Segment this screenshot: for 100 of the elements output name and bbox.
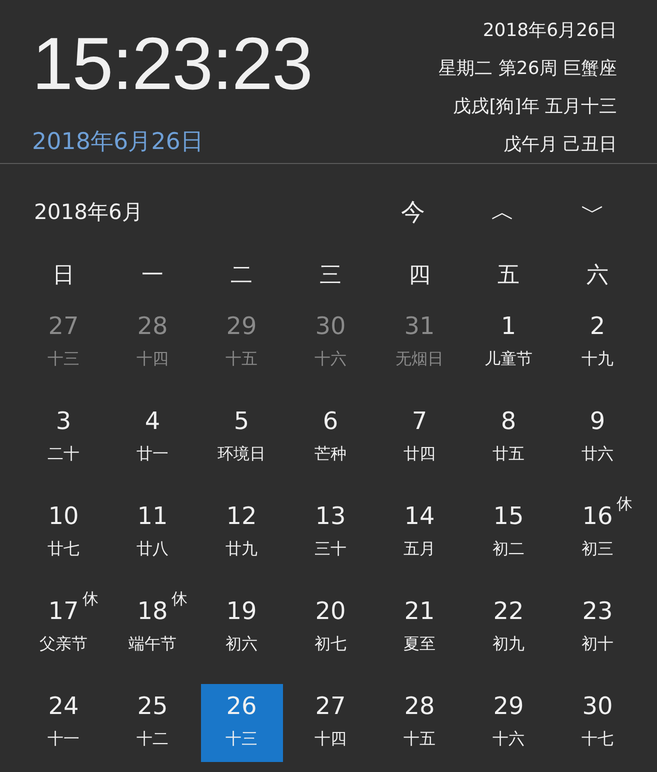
day-number: 20 [315, 596, 346, 627]
holiday-mark: 休 [82, 589, 98, 610]
day-number: 29 [226, 311, 257, 342]
day-cell[interactable]: 7 廿四 [378, 399, 460, 477]
day-cell[interactable]: 19 初六 [200, 589, 282, 667]
day-number: 7 [412, 406, 428, 437]
lunar-date: 十五 [226, 348, 258, 370]
day-number: 17 [48, 596, 79, 627]
day-cell[interactable]: 28 十四 [112, 304, 194, 382]
day-cell[interactable]: 3 二十 [22, 399, 104, 477]
day-cell[interactable]: 4 廿一 [112, 399, 194, 477]
day-number: 5 [234, 406, 250, 437]
lunar-date: 无烟日 [396, 348, 444, 370]
lunar-date: 初三 [582, 538, 614, 560]
day-number: 27 [315, 691, 346, 722]
date-info-text: 戊午月 己丑日 [502, 133, 617, 157]
weekday-label: 二 [230, 262, 254, 290]
day-number: 16 [582, 501, 613, 532]
day-number: 28 [137, 311, 168, 342]
lunar-date: 十六 [314, 348, 346, 370]
day-number: 25 [137, 691, 168, 722]
lunar-date: 十九 [582, 348, 614, 370]
lunar-date: 十六 [492, 728, 524, 750]
weekday-label: 五 [496, 262, 520, 290]
weekday-label: 日 [52, 262, 76, 290]
lunar-date: 三十 [314, 538, 346, 560]
day-cell[interactable]: 27 十三 [22, 304, 104, 382]
lunar-date: 初七 [314, 633, 346, 655]
lunar-date: 端午节 [128, 633, 176, 655]
lunar-date: 芒种 [314, 443, 346, 465]
day-cell[interactable]: 29 十六 [468, 684, 550, 762]
lunar-date: 十四 [136, 348, 168, 370]
day-number: 26 [226, 691, 257, 722]
day-cell[interactable]: 15 初二 [468, 494, 550, 572]
day-number: 29 [493, 691, 524, 722]
day-number: 30 [582, 691, 613, 722]
today-button[interactable]: 今 [379, 196, 447, 228]
day-number: 11 [137, 501, 168, 532]
holiday-mark: 休 [616, 494, 632, 515]
day-cell[interactable]: 26 十三 [200, 684, 282, 762]
day-cell[interactable]: 27 十四 [290, 684, 372, 762]
day-cell[interactable]: 30 十六 [290, 304, 372, 382]
day-number: 12 [226, 501, 257, 532]
day-number: 28 [404, 691, 435, 722]
day-cell[interactable]: 12 廿九 [200, 494, 282, 572]
day-cell[interactable]: 22 初九 [468, 589, 550, 667]
day-cell[interactable]: 13 三十 [290, 494, 372, 572]
day-number: 31 [404, 311, 435, 342]
day-number: 18 [137, 596, 168, 627]
month-label[interactable]: 2018年6月 [34, 198, 143, 226]
weekday-label: 三 [318, 262, 342, 290]
day-cell[interactable]: 8 廿五 [468, 399, 550, 477]
date-info-text: 戊戌[狗]年 五月十三 [452, 95, 617, 119]
lunar-date: 五月 [404, 538, 436, 560]
day-number: 21 [404, 596, 435, 627]
day-cell[interactable]: 2 十九 [556, 304, 638, 382]
lunar-date: 初六 [226, 633, 258, 655]
lunar-date: 十二 [136, 728, 168, 750]
day-cell[interactable]: 1 儿童节 [468, 304, 550, 382]
day-cell[interactable]: 5 环境日 [200, 399, 282, 477]
date-link[interactable]: 2018年6月26日 [32, 126, 204, 157]
day-number: 1 [500, 311, 516, 342]
day-cell[interactable]: 25 十二 [112, 684, 194, 762]
lunar-date: 初十 [582, 633, 614, 655]
day-number: 13 [315, 501, 346, 532]
day-number: 19 [226, 596, 257, 627]
day-cell[interactable]: 28 十五 [378, 684, 460, 762]
day-cell[interactable]: 11 廿八 [112, 494, 194, 572]
holiday-mark: 休 [172, 589, 188, 610]
day-cell[interactable]: 10 廿七 [22, 494, 104, 572]
day-cell[interactable]: 6 芒种 [290, 399, 372, 477]
day-cell[interactable]: 9 廿六 [556, 399, 638, 477]
previous-month-button[interactable]: ︿ [469, 196, 537, 228]
day-number: 30 [315, 311, 346, 342]
lunar-date: 初二 [492, 538, 524, 560]
day-number: 2 [590, 311, 606, 342]
day-cell[interactable]: 23 初十 [556, 589, 638, 667]
lunar-date: 十四 [314, 728, 346, 750]
lunar-date: 父亲节 [40, 633, 88, 655]
day-cell[interactable]: 31 无烟日 [378, 304, 460, 382]
day-cell[interactable]: 14 五月 [378, 494, 460, 572]
lunar-date: 廿六 [582, 443, 614, 465]
weekday-label: 六 [586, 262, 610, 290]
next-month-button[interactable]: ﹀ [559, 196, 627, 228]
day-number: 9 [590, 406, 606, 437]
lunar-date: 廿一 [136, 443, 168, 465]
day-cell[interactable]: 21 夏至 [378, 589, 460, 667]
lunar-date: 十五 [404, 728, 436, 750]
lunar-date: 廿五 [492, 443, 524, 465]
day-cell[interactable]: 24 十一 [22, 684, 104, 762]
lunar-date: 环境日 [218, 443, 266, 465]
lunar-date: 夏至 [404, 633, 436, 655]
day-number: 10 [48, 501, 79, 532]
day-number: 6 [322, 406, 338, 437]
day-cell[interactable]: 20 初七 [290, 589, 372, 667]
lunar-date: 十一 [48, 728, 80, 750]
day-cell[interactable]: 29 十五 [200, 304, 282, 382]
day-number: 3 [56, 406, 72, 437]
day-cell[interactable]: 30 十七 [556, 684, 638, 762]
weekday-label: 四 [408, 262, 432, 290]
